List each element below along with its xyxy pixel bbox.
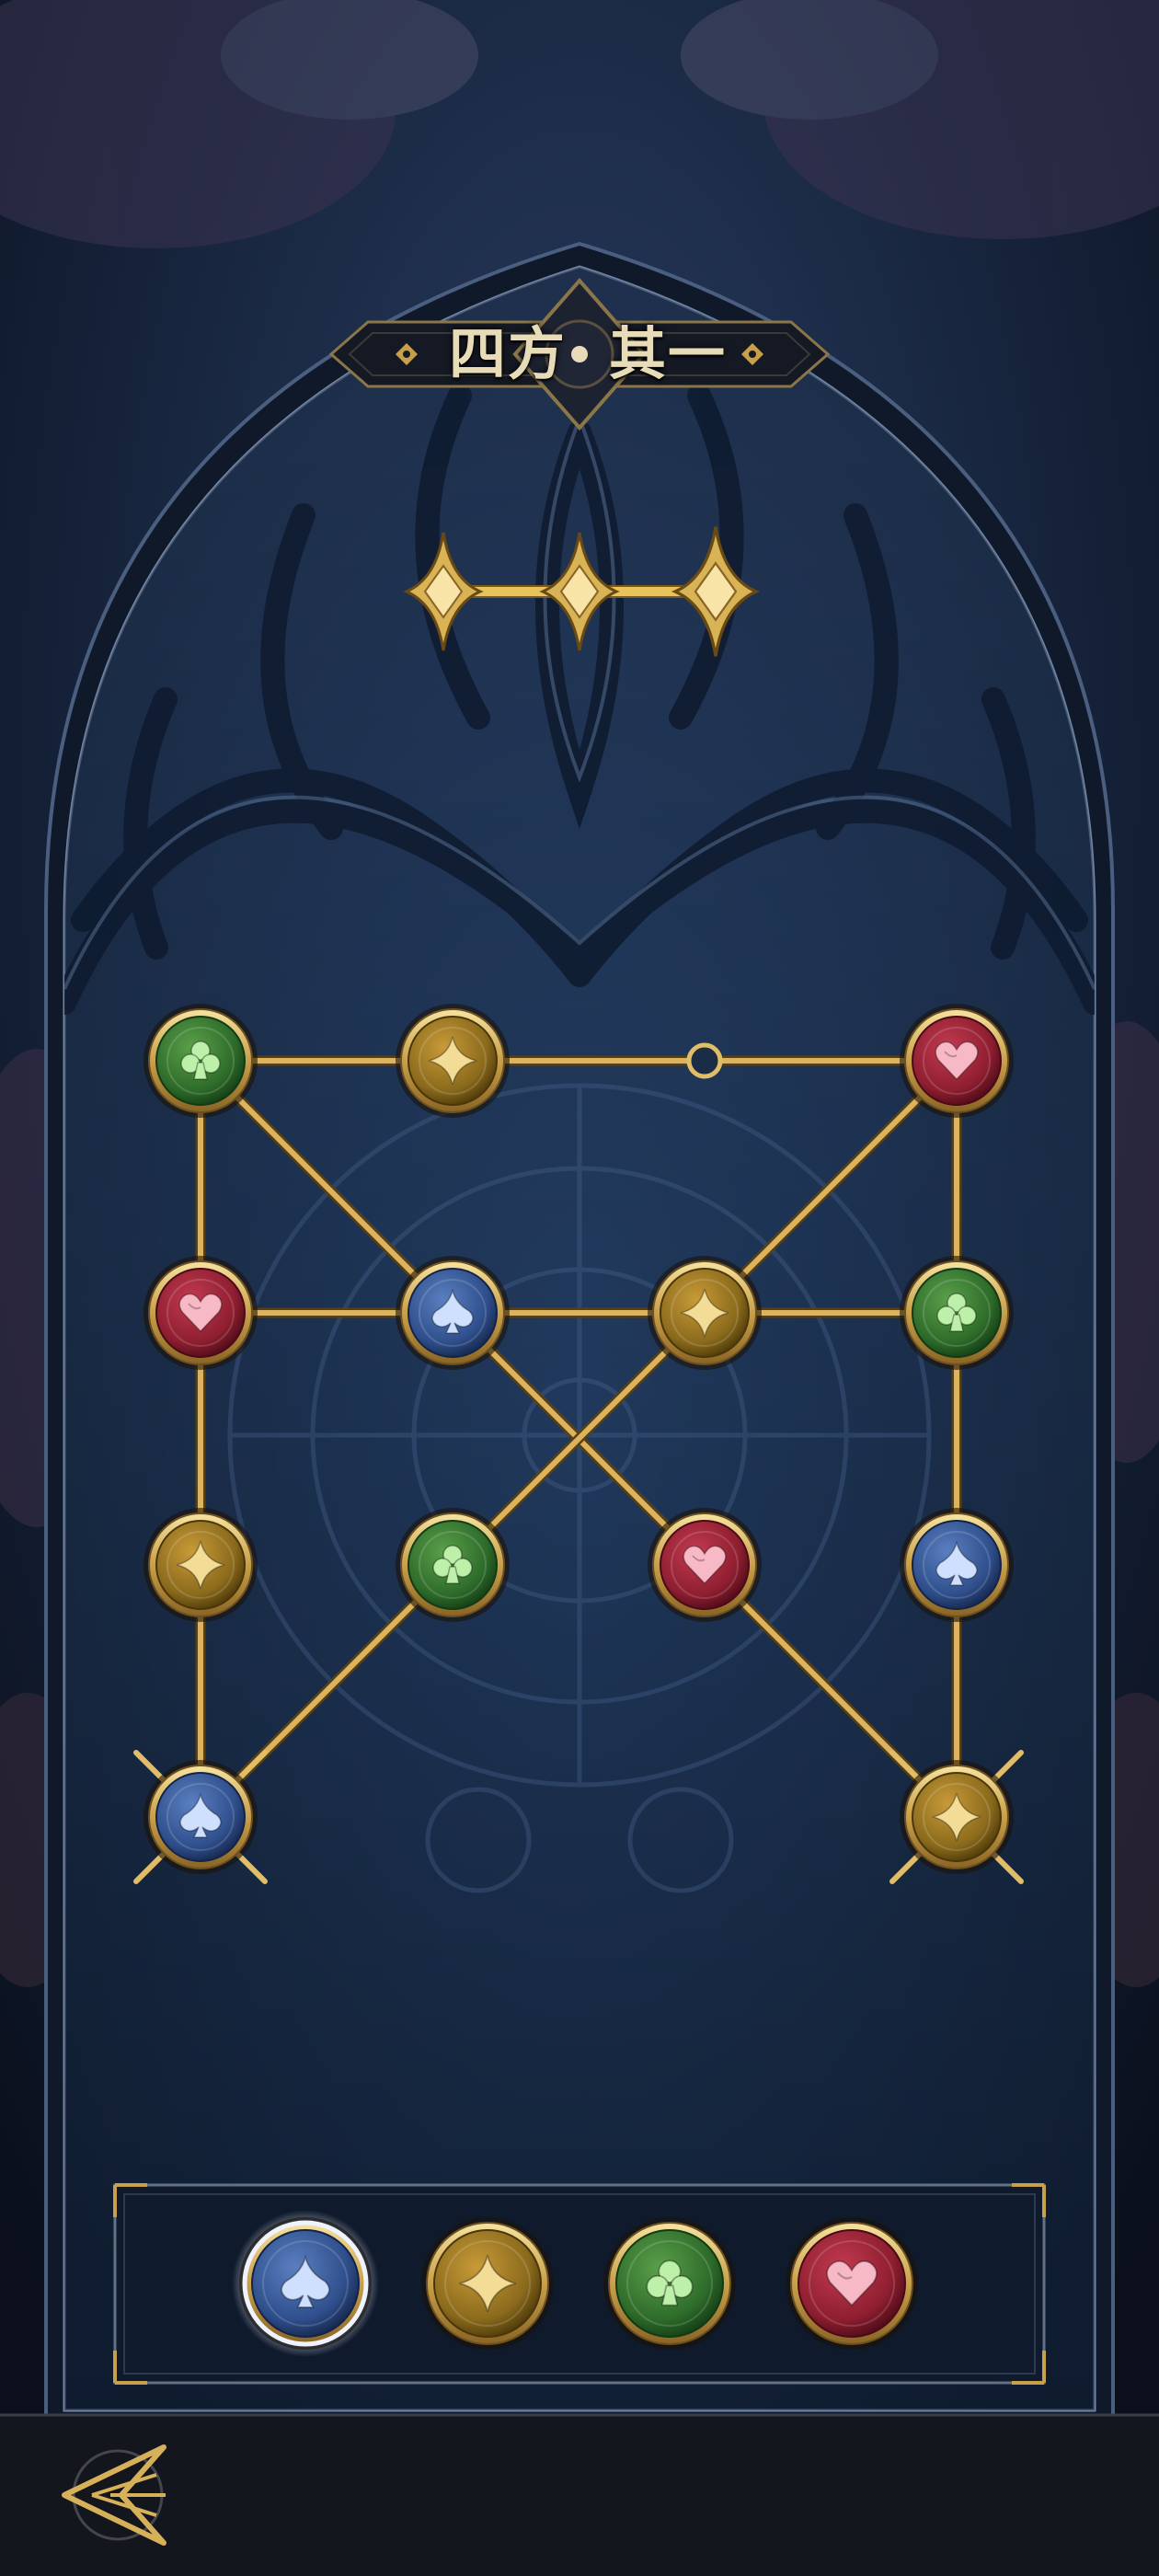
puzzle-node-heart[interactable] xyxy=(648,1508,762,1622)
palette-diamond-button[interactable] xyxy=(421,2217,554,2350)
puzzle-node-diamond[interactable] xyxy=(143,1508,258,1622)
puzzle-node-club[interactable] xyxy=(900,1256,1014,1370)
level-title-left: 四方 xyxy=(448,320,567,387)
palette-heart-button[interactable] xyxy=(786,2217,918,2350)
puzzle-node-diamond[interactable] xyxy=(900,1760,1014,1874)
puzzle-node-spade[interactable] xyxy=(143,1760,258,1874)
puzzle-node-club[interactable] xyxy=(396,1508,510,1622)
puzzle-node-heart[interactable] xyxy=(143,1256,258,1370)
puzzle-node-spade[interactable] xyxy=(900,1508,1014,1622)
palette-club-button[interactable] xyxy=(603,2217,736,2350)
empty-slot[interactable] xyxy=(686,1042,723,1079)
puzzle-node-diamond[interactable] xyxy=(648,1256,762,1370)
puzzle-node-heart[interactable] xyxy=(900,1004,1014,1118)
puzzle-node-diamond[interactable] xyxy=(396,1004,510,1118)
back-button[interactable] xyxy=(46,2433,184,2553)
puzzle-node-spade[interactable] xyxy=(396,1256,510,1370)
palette-spade-button[interactable] xyxy=(232,2210,379,2357)
puzzle-node-club[interactable] xyxy=(143,1004,258,1118)
level-title-right: 其一 xyxy=(609,320,728,387)
